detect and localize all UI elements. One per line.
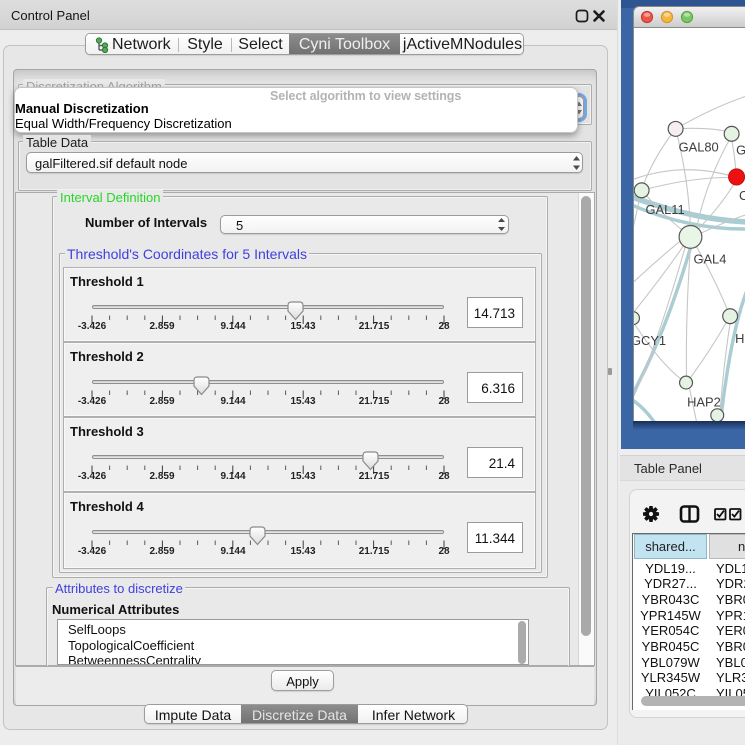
svg-text:GAL11: GAL11	[645, 202, 684, 217]
svg-text:H: H	[735, 331, 744, 346]
svg-text:C: C	[739, 188, 745, 203]
svg-text:HAP2: HAP2	[687, 394, 721, 409]
svg-text:GAL4: GAL4	[693, 252, 726, 267]
svg-text:G: G	[736, 143, 745, 158]
svg-text:GAL80: GAL80	[679, 140, 719, 155]
svg-text:GCY1: GCY1	[633, 333, 666, 348]
